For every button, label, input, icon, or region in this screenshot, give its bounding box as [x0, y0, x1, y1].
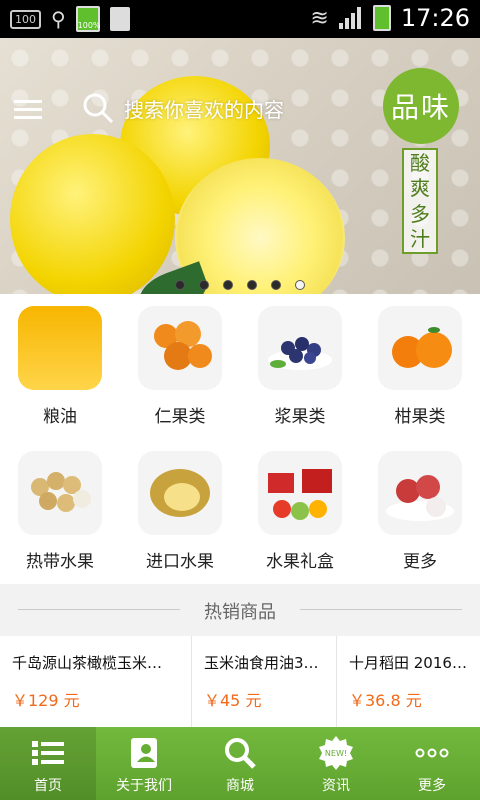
carousel-indicator[interactable] [0, 280, 480, 290]
tab-mall[interactable]: 商城 [192, 727, 288, 800]
longan-icon [18, 451, 102, 535]
divider [300, 609, 462, 610]
tab-about-us[interactable]: 关于我们 [96, 727, 192, 800]
search-placeholder: 搜索你喜欢的内容 [124, 97, 284, 122]
document-icon [109, 7, 130, 31]
slogan-vertical: 酸 爽 多 汁 [402, 148, 438, 254]
category-label: 热带水果 [26, 552, 94, 572]
category-berry[interactable]: 浆果类 [240, 294, 360, 439]
tab-label: 首页 [34, 778, 62, 794]
category-tropical[interactable]: 热带水果 [0, 439, 120, 584]
slogan-char: 汁 [410, 227, 430, 252]
product-name: 玉米油食用油3… [204, 654, 319, 672]
gift-box-icon [258, 451, 342, 535]
carousel-dot[interactable] [271, 280, 281, 290]
orange-icon [378, 306, 462, 390]
product-card[interactable]: 千岛源山茶橄榄玉米… ￥129 元 [0, 636, 192, 728]
tab-home[interactable]: 首页 [0, 727, 96, 800]
tab-label: 关于我们 [116, 778, 172, 794]
hero-banner[interactable]: 搜索你喜欢的内容 品味 酸 爽 多 汁 [0, 38, 480, 294]
tab-label: 商城 [226, 778, 254, 794]
category-citrus[interactable]: 柑果类 [360, 294, 480, 439]
product-name: 千岛源山茶橄榄玉米… [12, 654, 163, 672]
new-badge-icon: NEW! [319, 736, 353, 770]
product-card[interactable]: 玉米油食用油3… ￥45 元 [192, 636, 337, 728]
battery-small-label: 100% [77, 21, 101, 30]
hot-products-header: 热销商品 [0, 584, 480, 636]
menu-icon[interactable] [10, 90, 50, 130]
product-price: ￥36.8 元 [349, 691, 422, 710]
product-price: ￥129 元 [12, 691, 80, 710]
category-pome[interactable]: 仁果类 [120, 294, 240, 439]
contact-card-icon [131, 738, 157, 768]
search-icon [83, 93, 114, 124]
category-more[interactable]: 更多 [360, 439, 480, 584]
category-label: 更多 [403, 552, 437, 572]
tab-label: 资讯 [322, 778, 350, 794]
tab-label: 更多 [418, 778, 446, 794]
search-bar[interactable]: 搜索你喜欢的内容 [80, 88, 330, 128]
carousel-dot-active[interactable] [295, 280, 305, 290]
blueberry-icon [258, 306, 342, 390]
category-label: 粮油 [43, 407, 77, 427]
lemon-image [10, 134, 175, 294]
category-label: 柑果类 [394, 407, 446, 427]
category-label: 仁果类 [154, 407, 206, 427]
list-icon [32, 741, 64, 765]
bottom-tab-bar: 首页 关于我们 商城 NEW! 资讯 更多 [0, 727, 480, 800]
slogan-char: 爽 [410, 176, 430, 201]
carousel-dot[interactable] [223, 280, 233, 290]
battery-icon [372, 5, 391, 31]
usb-icon: ⚲ [51, 7, 66, 31]
carousel-dot[interactable] [199, 280, 209, 290]
category-label: 水果礼盒 [266, 552, 334, 572]
product-card[interactable]: 十月稻田 2016 … ￥36.8 元 [337, 636, 480, 728]
carousel-dot[interactable] [175, 280, 185, 290]
wifi-icon: ≋ [310, 5, 329, 31]
storage-indicator: 100 [10, 9, 41, 29]
section-title: 热销商品 [204, 602, 276, 623]
loquat-icon [138, 306, 222, 390]
category-grid: 粮油 仁果类 浆果类 柑果类 热带水果 进口水果 水果礼盒 更多 [0, 294, 480, 584]
signal-icon [338, 7, 363, 29]
slogan-char: 多 [410, 201, 430, 226]
more-dots-icon [415, 748, 449, 758]
product-list: 千岛源山茶橄榄玉米… ￥129 元 玉米油食用油3… ￥45 元 十月稻田 20… [0, 636, 480, 728]
slogan-char: 酸 [410, 150, 430, 175]
product-price: ￥45 元 [204, 691, 262, 710]
category-imported[interactable]: 进口水果 [120, 439, 240, 584]
battery-small-icon: 100% [75, 6, 101, 32]
carousel-dot[interactable] [247, 280, 257, 290]
durian-icon [138, 451, 222, 535]
status-bar: 100 ⚲ 100% ≋ 17:26 [0, 0, 480, 38]
tab-more[interactable]: 更多 [384, 727, 480, 800]
tab-news[interactable]: NEW! 资讯 [288, 727, 384, 800]
category-label: 进口水果 [146, 552, 214, 572]
category-label: 浆果类 [274, 407, 326, 427]
category-gift-box[interactable]: 水果礼盒 [240, 439, 360, 584]
lychee-icon [378, 451, 462, 535]
grain-oil-icon [18, 306, 102, 390]
svg-text:NEW!: NEW! [325, 749, 347, 758]
search-icon [225, 738, 256, 769]
clock: 17:26 [400, 4, 470, 32]
brand-badge: 品味 [383, 68, 459, 144]
category-grain-oil[interactable]: 粮油 [0, 294, 120, 439]
product-name: 十月稻田 2016 … [349, 654, 468, 672]
